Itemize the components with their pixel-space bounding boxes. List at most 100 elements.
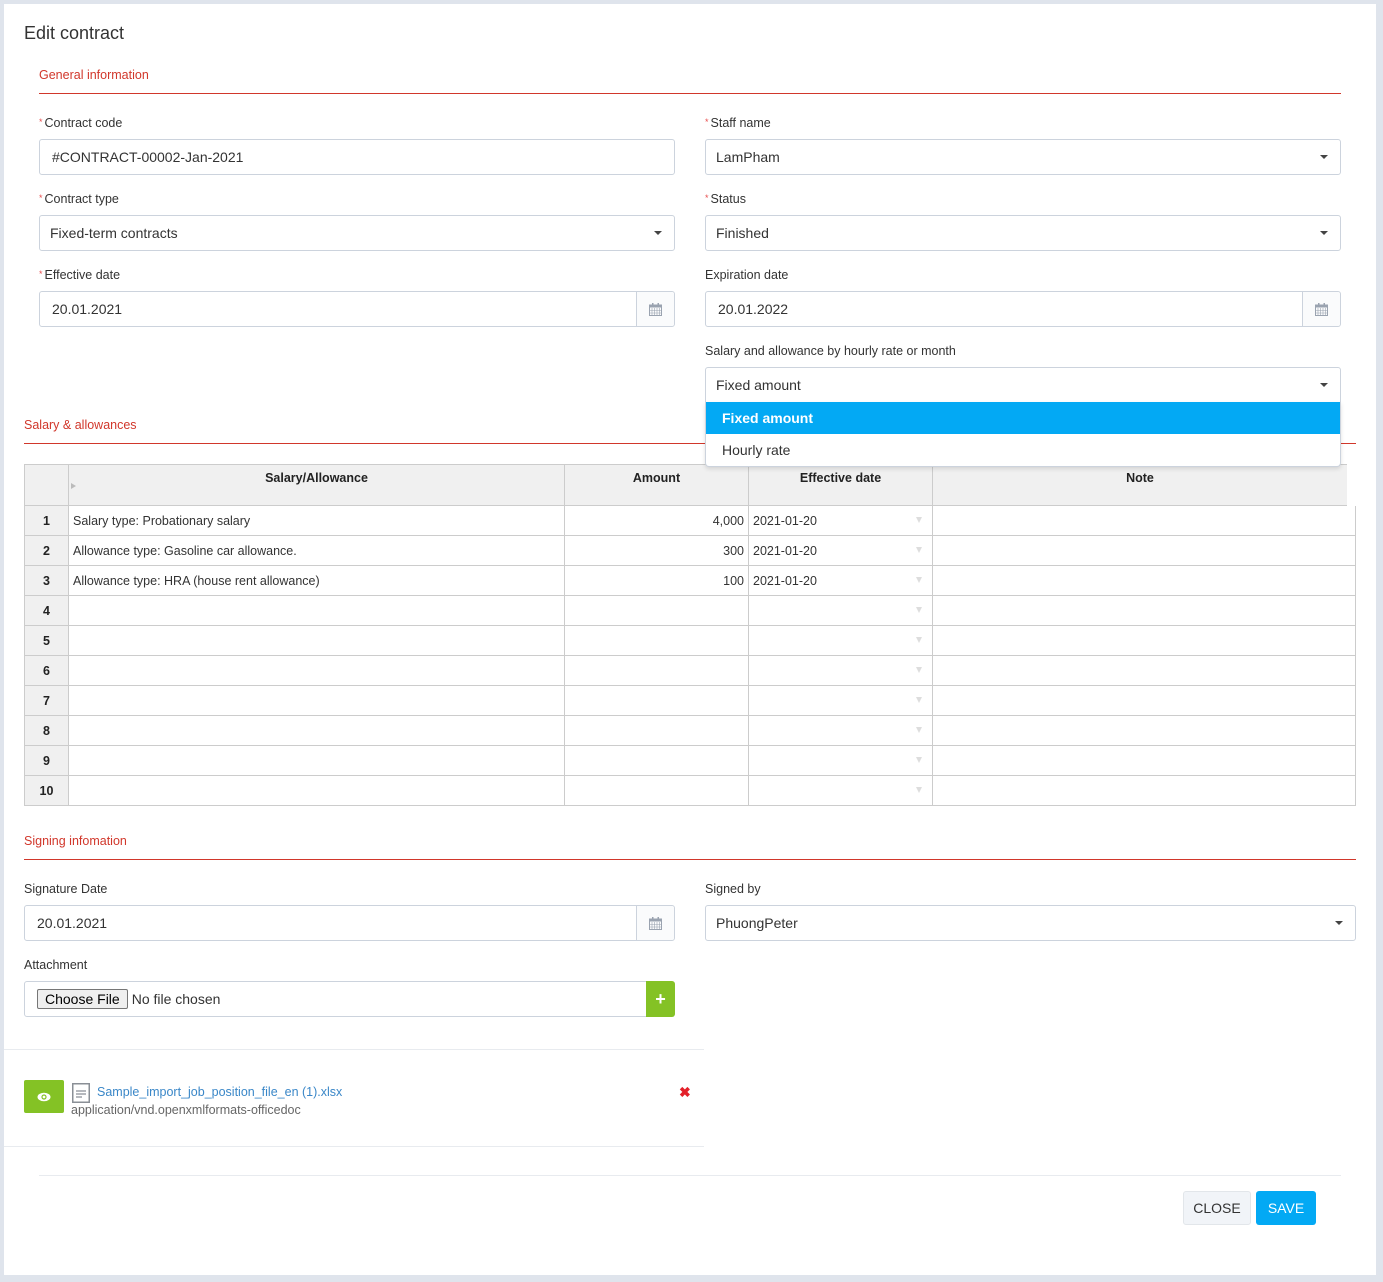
column-header-effective-date[interactable]: Effective date xyxy=(748,464,933,506)
caret-down-icon xyxy=(1335,921,1343,925)
cell-effective-date[interactable]: 2021-01-20 xyxy=(748,565,933,596)
row-number[interactable]: 9 xyxy=(24,745,69,776)
cell-effective-date[interactable] xyxy=(748,595,933,626)
dropdown-arrow-icon[interactable] xyxy=(916,727,922,733)
cell-effective-date[interactable]: 2021-01-20 xyxy=(748,535,933,566)
preview-button[interactable] xyxy=(24,1080,64,1113)
contract-code-input[interactable]: #CONTRACT-00002-Jan-2021 xyxy=(39,139,675,175)
dropdown-arrow-icon[interactable] xyxy=(916,607,922,613)
salary-mode-dropdown: Fixed amount Hourly rate xyxy=(705,402,1341,467)
cell-effective-date[interactable] xyxy=(748,715,933,746)
signature-date-value: 20.01.2021 xyxy=(37,915,108,931)
dropdown-arrow-icon[interactable] xyxy=(916,697,922,703)
column-header-salary-allowance[interactable]: Salary/Allowance xyxy=(68,464,565,506)
remove-attachment-icon[interactable]: ✖ xyxy=(679,1084,691,1101)
attachment-file-input[interactable]: Choose File No file chosen xyxy=(24,981,647,1017)
cell-salary-allowance[interactable]: Allowance type: Gasoline car allowance. xyxy=(68,535,565,566)
cell-salary-allowance[interactable] xyxy=(68,595,565,626)
cell-salary-allowance[interactable] xyxy=(68,745,565,776)
dropdown-option-hourly-rate[interactable]: Hourly rate xyxy=(706,434,1340,466)
cell-salary-allowance[interactable] xyxy=(68,685,565,716)
cell-note[interactable] xyxy=(932,505,1356,536)
row-number-text: 10 xyxy=(39,783,54,798)
cell-effective-date[interactable] xyxy=(748,775,933,806)
calendar-button[interactable] xyxy=(636,906,674,940)
dropdown-arrow-icon[interactable] xyxy=(916,637,922,643)
row-number[interactable]: 2 xyxy=(24,535,69,566)
cell-effective-date[interactable] xyxy=(748,745,933,776)
contract-type-select[interactable]: Fixed-term contracts xyxy=(39,215,675,251)
cell-salary-allowance[interactable]: Allowance type: HRA (house rent allowanc… xyxy=(68,565,565,596)
signature-date-input[interactable]: 20.01.2021 xyxy=(24,905,675,941)
row-number-text: 9 xyxy=(43,753,50,768)
cell-salary-allowance[interactable]: Salary type: Probationary salary xyxy=(68,505,565,536)
cell-salary-allowance[interactable] xyxy=(68,655,565,686)
cell-effective-date[interactable] xyxy=(748,685,933,716)
cell-amount[interactable] xyxy=(564,595,749,626)
cell-amount[interactable] xyxy=(564,775,749,806)
cell-effective-date[interactable] xyxy=(748,625,933,656)
cell-note[interactable] xyxy=(932,715,1356,746)
cell-salary-allowance[interactable] xyxy=(68,625,565,656)
cell-effective-date[interactable] xyxy=(748,655,933,686)
attachment-label: Attachment xyxy=(24,958,88,972)
cell-salary-allowance-text: Allowance type: Gasoline car allowance. xyxy=(73,543,297,558)
calendar-button[interactable] xyxy=(636,292,674,326)
expiration-date-input[interactable]: 20.01.2022 xyxy=(705,291,1341,327)
status-select[interactable]: Finished xyxy=(705,215,1341,251)
cell-note[interactable] xyxy=(932,625,1356,656)
row-number[interactable]: 4 xyxy=(24,595,69,626)
effective-date-input[interactable]: 20.01.2021 xyxy=(39,291,675,327)
add-attachment-button[interactable]: + xyxy=(646,981,675,1017)
dropdown-option-fixed-amount[interactable]: Fixed amount xyxy=(706,402,1340,434)
column-header-amount[interactable]: Amount xyxy=(564,464,749,506)
cell-amount[interactable] xyxy=(564,745,749,776)
salary-mode-select[interactable]: Fixed amount xyxy=(705,367,1341,403)
row-number[interactable]: 10 xyxy=(24,775,69,806)
cell-note[interactable] xyxy=(932,565,1356,596)
row-number[interactable]: 1 xyxy=(24,505,69,536)
cell-amount[interactable] xyxy=(564,685,749,716)
cell-note[interactable] xyxy=(932,595,1356,626)
dropdown-arrow-icon[interactable] xyxy=(916,757,922,763)
cell-amount[interactable] xyxy=(564,625,749,656)
attachment-list: Sample_import_job_position_file_en (1).x… xyxy=(4,1050,704,1146)
cell-salary-allowance[interactable] xyxy=(68,775,565,806)
close-button[interactable]: CLOSE xyxy=(1183,1191,1251,1225)
cell-amount[interactable]: 300 xyxy=(564,535,749,566)
cell-note[interactable] xyxy=(932,655,1356,686)
table-row: 9 xyxy=(24,745,1356,776)
attachment-file-link[interactable]: Sample_import_job_position_file_en (1).x… xyxy=(97,1085,342,1099)
cell-effective-date[interactable]: 2021-01-20 xyxy=(748,505,933,536)
cell-amount[interactable] xyxy=(564,655,749,686)
dropdown-arrow-icon[interactable] xyxy=(916,547,922,553)
choose-file-button[interactable]: Choose File xyxy=(37,989,128,1009)
dropdown-arrow-icon[interactable] xyxy=(916,787,922,793)
cell-note[interactable] xyxy=(932,775,1356,806)
cell-note[interactable] xyxy=(932,685,1356,716)
cell-amount[interactable]: 4,000 xyxy=(564,505,749,536)
column-header-note[interactable]: Note xyxy=(932,464,1364,506)
signed-by-select[interactable]: PhuongPeter xyxy=(705,905,1356,941)
contract-code-label-text: Contract code xyxy=(44,116,123,130)
dropdown-arrow-icon[interactable] xyxy=(916,517,922,523)
staff-name-select[interactable]: LamPham xyxy=(705,139,1341,175)
no-file-chosen-text: No file chosen xyxy=(131,991,221,1007)
row-number[interactable]: 6 xyxy=(24,655,69,686)
dropdown-arrow-icon[interactable] xyxy=(916,667,922,673)
save-button[interactable]: SAVE xyxy=(1256,1191,1316,1225)
dropdown-arrow-icon[interactable] xyxy=(916,577,922,583)
effective-date-label-text: Effective date xyxy=(44,268,121,282)
row-number[interactable]: 5 xyxy=(24,625,69,656)
cell-note[interactable] xyxy=(932,535,1356,566)
calendar-button[interactable] xyxy=(1302,292,1340,326)
table-row: 4 xyxy=(24,595,1356,626)
cell-note[interactable] xyxy=(932,745,1356,776)
cell-amount[interactable] xyxy=(564,715,749,746)
row-number[interactable]: 8 xyxy=(24,715,69,746)
cell-amount[interactable]: 100 xyxy=(564,565,749,596)
cell-salary-allowance[interactable] xyxy=(68,715,565,746)
row-number[interactable]: 7 xyxy=(24,685,69,716)
status-value: Finished xyxy=(716,225,769,241)
row-number[interactable]: 3 xyxy=(24,565,69,596)
